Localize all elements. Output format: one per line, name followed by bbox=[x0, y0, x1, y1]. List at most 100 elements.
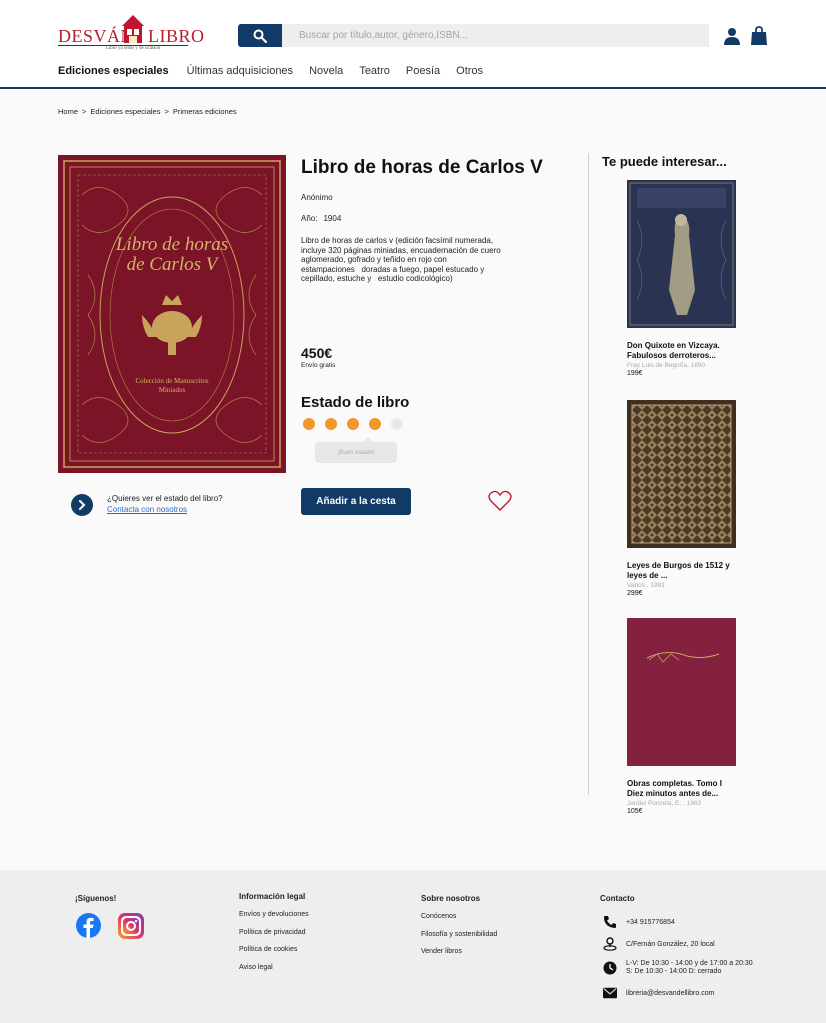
cover-title-line-2: de Carlos V bbox=[126, 254, 218, 275]
rating-dot-filled bbox=[347, 418, 359, 430]
contact-phone[interactable]: +34 915776854 bbox=[603, 915, 675, 929]
search-icon bbox=[253, 29, 267, 43]
logo-tagline: Libro ya leído y de ocasión bbox=[105, 46, 161, 51]
related-title-text: Obras completas. Tomo I Diez minutos ant… bbox=[627, 779, 722, 798]
instagram-icon[interactable] bbox=[117, 912, 145, 940]
breadcrumb-current: Primeras ediciones bbox=[172, 107, 237, 116]
chevron-right-icon bbox=[79, 500, 86, 510]
nav-ultimas-adquisiciones[interactable]: Últimas adquisiciones bbox=[187, 65, 293, 77]
product-cover-image: Libro de horas de Carlos V Colección de … bbox=[58, 155, 286, 473]
contact-email[interactable]: libreria@desvandellibro.com bbox=[603, 986, 714, 1000]
state-info-button[interactable] bbox=[71, 494, 93, 516]
cover-title: Libro de horas de Carlos V bbox=[58, 235, 286, 275]
location-icon bbox=[603, 937, 617, 951]
footer-follow-title: ¡Síguenos! bbox=[75, 894, 117, 903]
user-icon[interactable] bbox=[724, 27, 740, 45]
related-meta: Fray Luis de Begoña, 1890 bbox=[627, 362, 706, 369]
contact-hours-line-2: S: De 10:30 - 14:00 D: cerrado bbox=[626, 968, 722, 975]
related-price: 299€ bbox=[627, 590, 643, 597]
state-question: ¿Quieres ver el estado del libro? bbox=[107, 494, 223, 503]
logo-word-2: LIBRO bbox=[148, 26, 205, 46]
rating-dot-filled bbox=[303, 418, 315, 430]
breadcrumb: Home > Ediciones especiales > Primeras edici… bbox=[58, 107, 237, 116]
add-to-cart-button[interactable]: Añadir a la cesta bbox=[301, 488, 411, 515]
related-title-text: Leyes de Burgos de 1512 y leyes de ... bbox=[627, 561, 730, 580]
clock-icon bbox=[603, 961, 617, 975]
phone-icon bbox=[603, 915, 617, 929]
footer-link-vender[interactable]: Vender libros bbox=[421, 948, 497, 955]
footer-link-envios[interactable]: Envíos y devoluciones bbox=[239, 911, 309, 918]
related-cover-image bbox=[627, 618, 736, 766]
product-title: Libro de horas de Carlos V bbox=[301, 157, 543, 178]
nav-ediciones-especiales[interactable]: Ediciones especiales bbox=[58, 65, 169, 77]
nav-novela[interactable]: Novela bbox=[309, 65, 343, 77]
contact-phone-text: +34 915776854 bbox=[626, 918, 675, 926]
contact-hours: L-V: De 10:30 - 14:00 y de 17:00 a 20:30… bbox=[603, 960, 753, 976]
year-value: 1904 bbox=[323, 214, 342, 223]
product-description: Libro de horas de carlos v (edición facs… bbox=[301, 236, 501, 284]
nav-otros[interactable]: Otros bbox=[456, 65, 483, 77]
facebook-icon[interactable] bbox=[76, 913, 101, 938]
footer-link-cookies[interactable]: Política de cookies bbox=[239, 946, 309, 953]
sidebar-divider bbox=[588, 153, 589, 795]
footer-link-aviso[interactable]: Aviso legal bbox=[239, 964, 309, 971]
footer-legal-title: Información legal bbox=[239, 892, 306, 901]
contact-hours-line-1: L-V: De 10:30 - 14:00 y de 17:00 a 20:30 bbox=[626, 960, 753, 967]
rating-dot-filled bbox=[369, 418, 381, 430]
related-item[interactable]: Obras completas. Tomo I Diez minutos ant… bbox=[627, 618, 737, 815]
year-label: Año: bbox=[301, 214, 318, 223]
rating-dot-empty bbox=[391, 418, 403, 430]
cover-title-line-1: Libro de horas bbox=[115, 234, 229, 255]
book-state-title: Estado de libro bbox=[301, 394, 410, 411]
footer-legal: Información legal Envíos y devoluciones … bbox=[239, 892, 309, 981]
related-title: Te puede interesar... bbox=[602, 154, 727, 169]
shopping-bag-icon[interactable] bbox=[751, 26, 767, 45]
related-item[interactable]: Leyes de Burgos de 1512 y leyes de ... V… bbox=[627, 400, 737, 597]
search-button[interactable] bbox=[238, 24, 282, 47]
site-footer: ¡Síguenos! Información legal Envíos y de… bbox=[0, 870, 826, 1023]
footer-about: Sobre nosotros Conócenos Filosofía y sos… bbox=[421, 894, 497, 966]
book-state-rating bbox=[303, 418, 403, 430]
heart-icon[interactable] bbox=[488, 490, 512, 512]
search-input[interactable] bbox=[282, 24, 709, 47]
cover-subtitle-line-2: Miniados bbox=[158, 386, 186, 394]
contact-address-text: C/Fernán González, 20 local bbox=[626, 940, 715, 948]
nav-teatro[interactable]: Teatro bbox=[359, 65, 390, 77]
footer-follow: ¡Síguenos! bbox=[75, 894, 116, 913]
related-meta: Jardiel Poncela, E. , 1963 bbox=[627, 800, 702, 807]
breadcrumb-separator-icon: > bbox=[164, 107, 169, 116]
breadcrumb-home[interactable]: Home bbox=[58, 107, 78, 116]
footer-link-filosofia[interactable]: Filosofía y sostenibilidad bbox=[421, 931, 497, 938]
cover-art bbox=[58, 155, 286, 473]
mail-icon bbox=[603, 986, 617, 1000]
site-header: DESVÁN LIBRO Libro ya leído y de ocasión… bbox=[0, 0, 826, 89]
footer-link-conocenos[interactable]: Conócenos bbox=[421, 913, 497, 920]
logo-house-icon bbox=[122, 15, 144, 43]
contact-email-text: libreria@desvandellibro.com bbox=[626, 989, 715, 997]
contact-address[interactable]: C/Fernán González, 20 local bbox=[603, 937, 715, 951]
breadcrumb-separator-icon: > bbox=[82, 107, 87, 116]
related-cover-image bbox=[627, 180, 736, 328]
footer-about-title: Sobre nosotros bbox=[421, 894, 481, 903]
contact-hours-text: L-V: De 10:30 - 14:00 y de 17:00 a 20:30… bbox=[626, 960, 753, 976]
related-meta: Varios , 1991 bbox=[627, 582, 665, 589]
rating-dot-filled bbox=[325, 418, 337, 430]
related-title-text: Don Quixote en Vizcaya. Fabulosos derrot… bbox=[627, 341, 720, 360]
product-price: 450€ bbox=[301, 345, 333, 361]
footer-contact-title: Contacto bbox=[600, 894, 635, 903]
breadcrumb-ediciones[interactable]: Ediciones especiales bbox=[90, 107, 160, 116]
related-price: 199€ bbox=[627, 370, 643, 377]
related-cover-image bbox=[627, 400, 736, 548]
nav-poesia[interactable]: Poesía bbox=[406, 65, 440, 77]
footer-contact: Contacto bbox=[600, 894, 635, 913]
related-price: 105€ bbox=[627, 808, 643, 815]
footer-link-privacidad[interactable]: Política de privacidad bbox=[239, 929, 309, 936]
product-author: Anónimo bbox=[301, 193, 333, 202]
state-tooltip: ¡Buen estado! bbox=[315, 437, 397, 463]
site-logo[interactable]: DESVÁN LIBRO Libro ya leído y de ocasión bbox=[58, 14, 204, 51]
product-year: Año: 1904 bbox=[301, 214, 341, 223]
related-item[interactable]: Don Quixote en Vizcaya. Fabulosos derrot… bbox=[627, 180, 737, 377]
contact-link[interactable]: Contacta con nosotros bbox=[107, 505, 187, 514]
shipping-note: Envío gratis bbox=[301, 362, 336, 369]
cover-subtitle-line-1: Colección de Manuscritos bbox=[135, 377, 209, 385]
